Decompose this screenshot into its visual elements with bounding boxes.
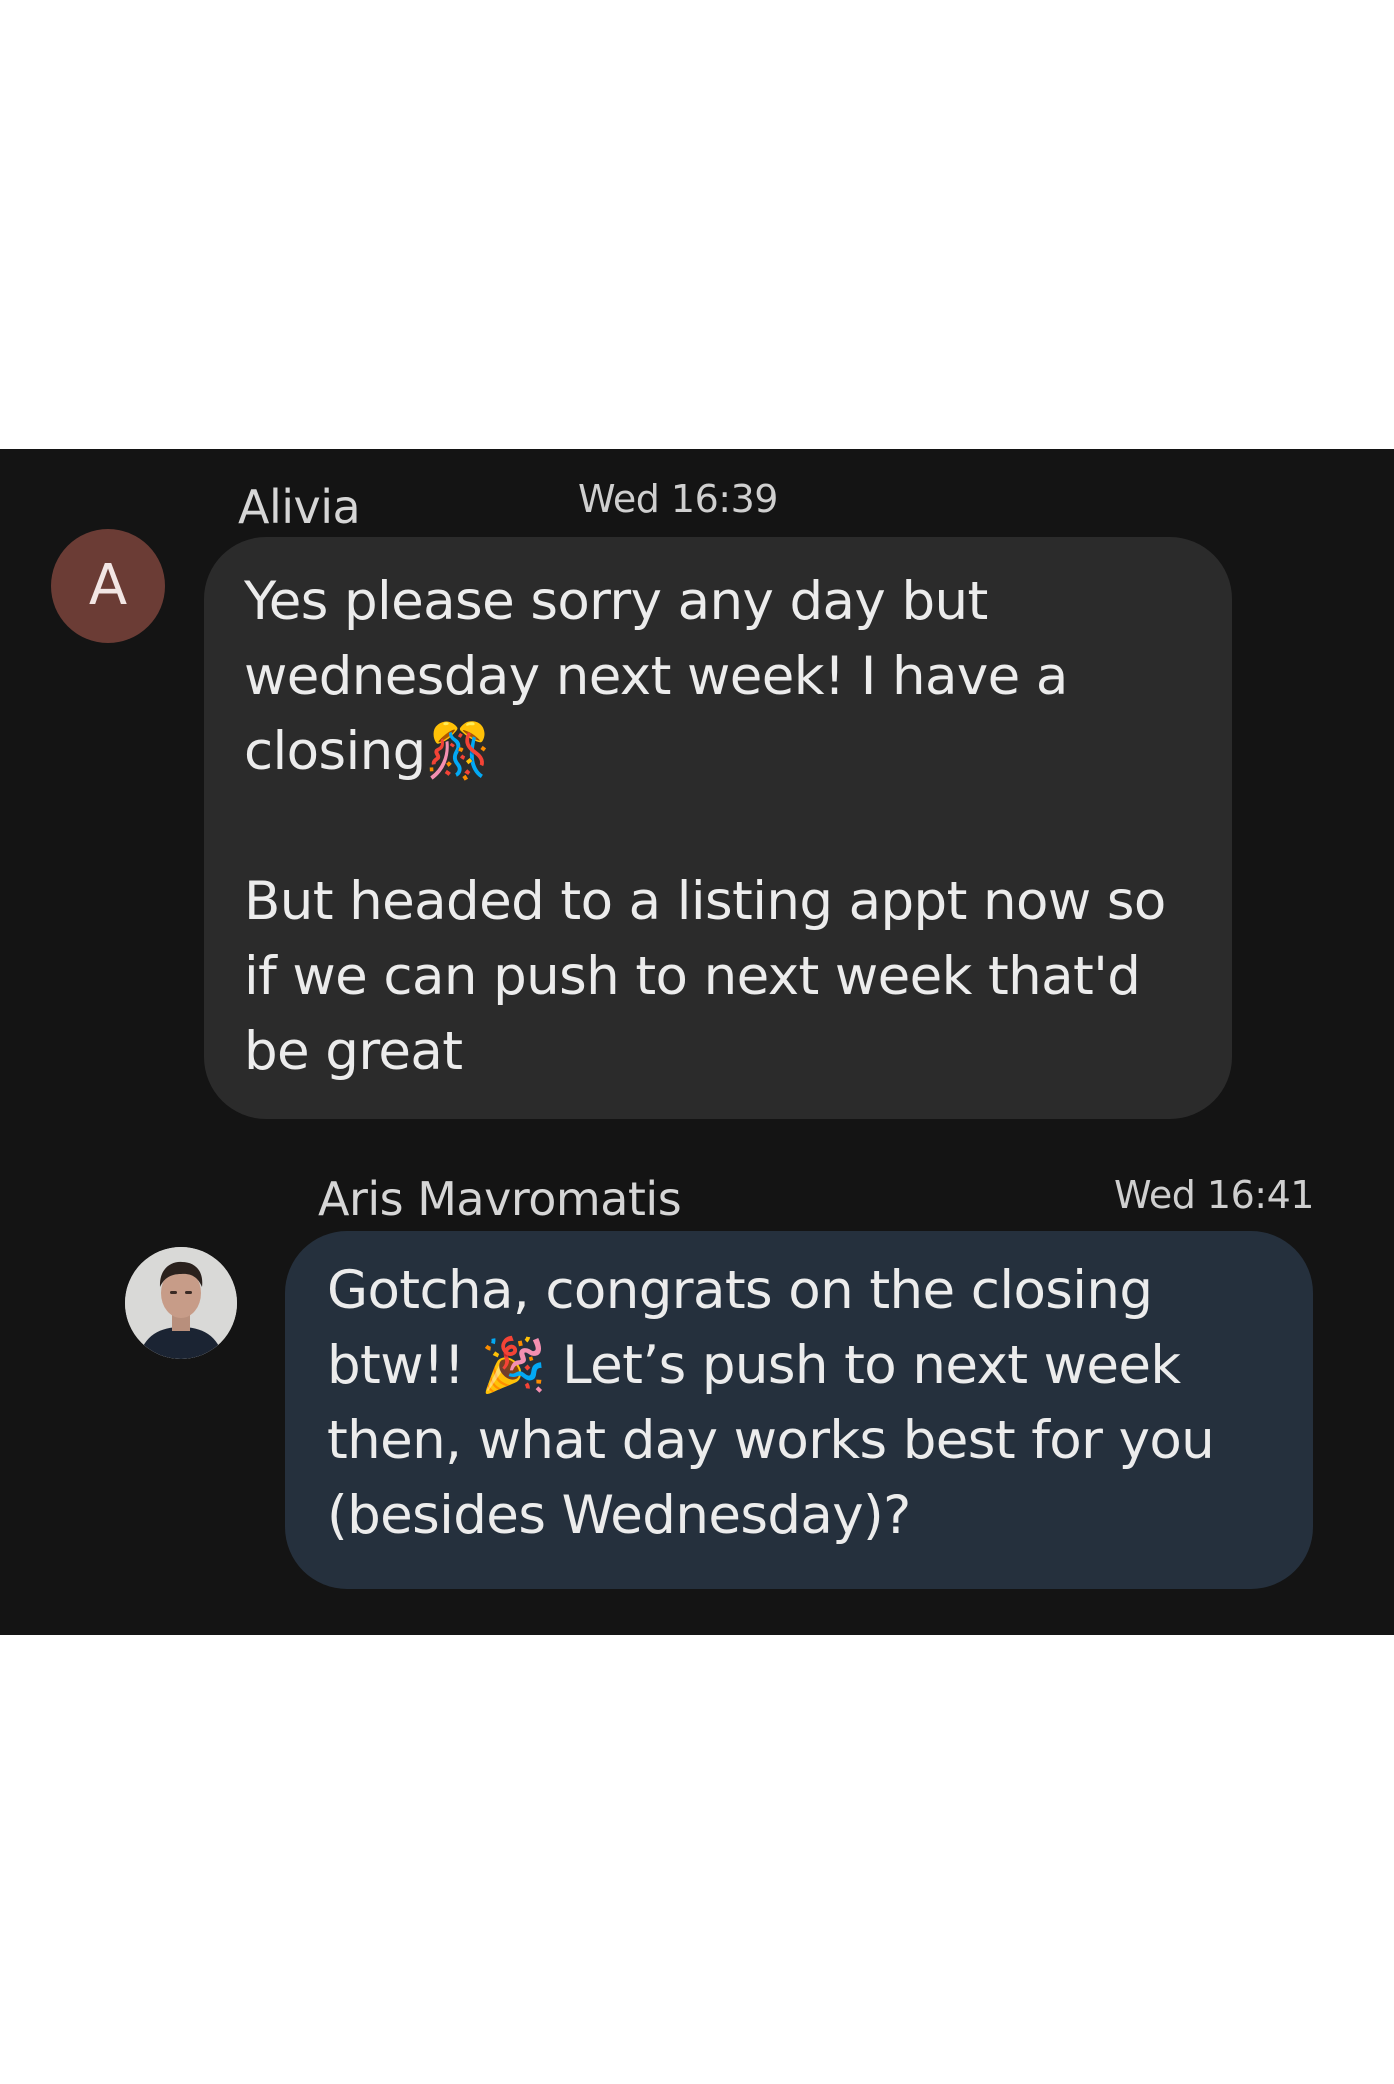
message-thread: Alivia Wed 16:39 A Yes please sorry any … xyxy=(0,449,1394,1635)
sender-name: Aris Mavromatis xyxy=(318,1172,682,1226)
message-timestamp: Wed 16:41 xyxy=(1114,1173,1314,1217)
avatar[interactable]: A xyxy=(51,529,165,643)
message-timestamp: Wed 16:39 xyxy=(578,477,778,521)
profile-photo-icon xyxy=(125,1247,237,1359)
outgoing-message-bubble[interactable]: Gotcha, congrats on the closing btw!! 🎉 … xyxy=(285,1231,1313,1589)
avatar[interactable] xyxy=(125,1247,237,1359)
sender-name: Alivia xyxy=(238,480,361,534)
incoming-message-bubble[interactable]: Yes please sorry any day but wednesday n… xyxy=(204,537,1232,1119)
